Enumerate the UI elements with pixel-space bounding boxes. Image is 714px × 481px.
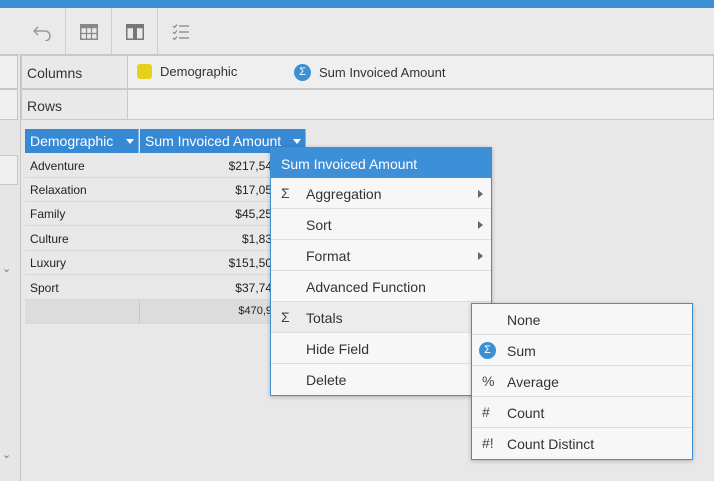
- header-label: Demographic: [30, 133, 114, 149]
- submenu-arrow-icon: [478, 190, 483, 198]
- sigma-icon: Σ: [479, 342, 496, 359]
- menu-item-label: Count Distinct: [507, 436, 595, 452]
- menu-item-label: Sort: [306, 217, 332, 233]
- submenu-item-count[interactable]: # Count: [472, 397, 692, 428]
- submenu-arrow-icon: [478, 221, 483, 229]
- submenu-item-average[interactable]: % Average: [472, 366, 692, 397]
- row-value: $151,50: [228, 256, 272, 270]
- left-panel-slot: [0, 89, 18, 120]
- total-row: $470,9: [25, 300, 305, 324]
- table-row: Adventure $217,54: [25, 154, 305, 178]
- table-row: Relaxation $17,05: [25, 178, 305, 202]
- menu-item-format[interactable]: Format: [271, 240, 491, 271]
- grid-icon: [79, 23, 98, 40]
- left-panel-slot: [0, 155, 18, 185]
- menu-item-aggregation[interactable]: Σ Aggregation: [271, 178, 491, 209]
- table-row: Culture $1,83: [25, 227, 305, 251]
- menu-item-label: Aggregation: [306, 186, 382, 202]
- columns-drop-area[interactable]: Demographic Σ Sum Invoiced Amount: [128, 55, 714, 89]
- table-row: Sport $37,74: [25, 276, 305, 300]
- header-demographic[interactable]: Demographic: [25, 129, 139, 153]
- columns-zone: Columns Demographic Σ Sum Invoiced Amoun…: [21, 55, 714, 89]
- submenu-item-none[interactable]: None: [472, 304, 692, 335]
- field-list-button[interactable]: [158, 8, 204, 55]
- sigma-icon: Σ: [281, 185, 290, 201]
- menu-item-label: Format: [306, 248, 351, 264]
- menu-item-totals[interactable]: Σ Totals: [271, 302, 491, 333]
- dropdown-arrow-icon[interactable]: [126, 139, 134, 144]
- columns-icon: [125, 23, 144, 40]
- row-label: Adventure: [30, 159, 85, 173]
- submenu-item-count-distinct[interactable]: #! Count Distinct: [472, 428, 692, 459]
- rows-label: Rows: [21, 89, 128, 120]
- column-layout-button[interactable]: [112, 8, 158, 55]
- dropdown-arrow-icon[interactable]: [293, 139, 301, 144]
- menu-item-label: Hide Field: [306, 341, 370, 357]
- total-value: $470,9: [238, 305, 272, 317]
- menu-title: Sum Invoiced Amount: [271, 148, 491, 178]
- columns-label: Columns: [21, 55, 128, 89]
- left-panel-slot: [0, 55, 18, 89]
- row-value: $45,25: [235, 207, 272, 221]
- menu-item-hide-field[interactable]: Hide Field: [271, 333, 491, 364]
- chevron-down-icon[interactable]: ⌄: [2, 448, 11, 461]
- percent-icon: %: [482, 373, 495, 389]
- undo-icon: [32, 25, 51, 41]
- sigma-icon: Σ: [294, 64, 311, 81]
- checklist-icon: [172, 23, 189, 40]
- menu-item-label: Delete: [306, 372, 347, 388]
- table-row: Luxury $151,50: [25, 251, 305, 275]
- row-value: $1,83: [241, 232, 272, 246]
- row-label: Culture: [30, 232, 69, 246]
- top-accent-bar: [0, 0, 714, 8]
- row-label: Relaxation: [30, 183, 87, 197]
- menu-item-label: Average: [507, 374, 559, 390]
- totals-submenu: None Σ Sum % Average # Count #! Count Di…: [471, 303, 693, 460]
- menu-item-advanced-function[interactable]: Advanced Function: [271, 271, 491, 302]
- undo-button[interactable]: [20, 8, 66, 55]
- menu-item-delete[interactable]: Delete: [271, 364, 491, 395]
- header-label: Sum Invoiced Amount: [145, 133, 282, 149]
- menu-item-sort[interactable]: Sort: [271, 209, 491, 240]
- row-label: Luxury: [30, 256, 67, 270]
- row-value: $217,54: [228, 159, 272, 173]
- chip-demographic[interactable]: Demographic: [137, 64, 237, 79]
- menu-item-label: Sum: [507, 343, 536, 359]
- field-context-menu: Sum Invoiced Amount Σ Aggregation Sort F…: [270, 147, 492, 396]
- menu-item-label: Totals: [306, 310, 343, 326]
- chip-label: Sum Invoiced Amount: [319, 65, 446, 80]
- left-panel: ⌄ ⌄: [0, 55, 21, 481]
- menu-item-label: None: [507, 312, 541, 328]
- rows-zone: Rows: [21, 89, 714, 120]
- hash-distinct-icon: #!: [482, 435, 494, 451]
- menu-item-label: Advanced Function: [306, 279, 426, 295]
- row-value: $37,74: [235, 281, 272, 295]
- chip-label: Demographic: [160, 64, 238, 79]
- dimension-swatch-icon: [137, 64, 152, 79]
- chip-sum-invoiced-amount[interactable]: Σ Sum Invoiced Amount: [294, 64, 445, 81]
- submenu-arrow-icon: [478, 252, 483, 260]
- row-label: Family: [30, 207, 66, 221]
- toolbar: [0, 8, 714, 55]
- rows-drop-area[interactable]: [128, 89, 714, 120]
- hash-icon: #: [482, 404, 490, 420]
- menu-item-label: Count: [507, 405, 545, 421]
- chevron-down-icon[interactable]: ⌄: [2, 262, 11, 275]
- sigma-icon: Σ: [281, 309, 290, 325]
- table-row: Family $45,25: [25, 202, 305, 226]
- submenu-item-sum[interactable]: Σ Sum: [472, 335, 692, 366]
- row-label: Sport: [30, 281, 59, 295]
- table-layout-button[interactable]: [66, 8, 112, 55]
- row-value: $17,05: [235, 183, 272, 197]
